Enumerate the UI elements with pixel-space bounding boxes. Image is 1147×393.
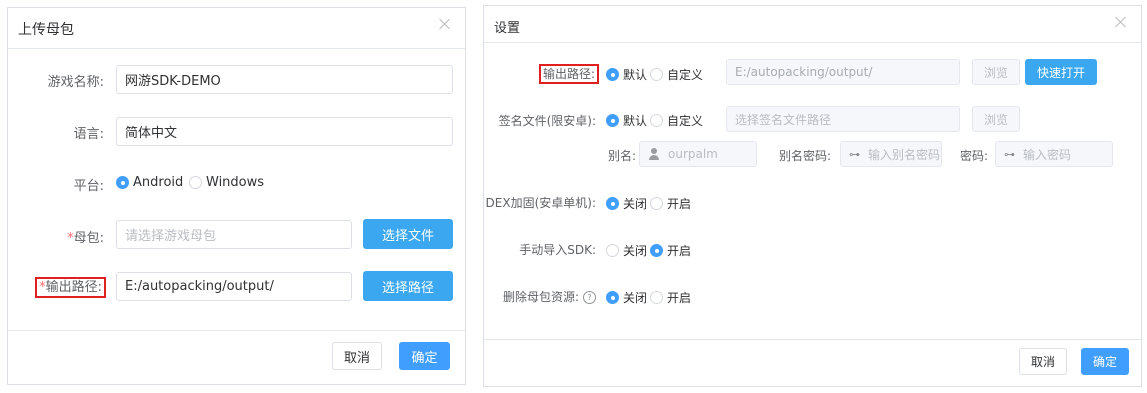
- radio-label: 开启: [667, 197, 692, 211]
- password-placeholder: 输入密码: [1023, 147, 1072, 162]
- game-name-label: 游戏名称:: [47, 75, 104, 90]
- radio-unchecked-icon: [606, 244, 619, 257]
- radio-unchecked-icon: [650, 68, 663, 81]
- alias-password-placeholder: 输入别名密码: [868, 147, 941, 162]
- radio-label: 关闭: [623, 291, 648, 305]
- sign-file-input[interactable]: 选择签名文件路径: [726, 106, 960, 132]
- package-input[interactable]: 请选择游戏母包: [116, 220, 352, 249]
- alias-password-input[interactable]: ⊶ 输入别名密码: [840, 141, 942, 167]
- radio-checked-icon: [606, 68, 619, 81]
- choose-file-button[interactable]: 选择文件: [363, 219, 453, 249]
- radio-unchecked-icon: [650, 114, 663, 127]
- cancel-button[interactable]: 取消: [332, 342, 382, 370]
- platform-label: 平台:: [73, 179, 104, 194]
- dex-label: DEX加固(安卓单机):: [485, 196, 596, 210]
- sign-radio-default[interactable]: 默认: [606, 112, 647, 129]
- output-radio-default[interactable]: 默认: [606, 66, 647, 83]
- radio-label: 默认: [623, 114, 648, 128]
- language-input[interactable]: 简体中文: [116, 117, 453, 146]
- delete-res-label: 删除母包资源:?: [503, 288, 596, 305]
- key-icon: ⊶: [849, 147, 860, 161]
- output-label: *输出路径:: [35, 276, 106, 298]
- dialog-footer: 取消 确定: [484, 339, 1141, 386]
- output-label: 输出路径:: [538, 64, 599, 84]
- output-path-input[interactable]: E:/autopacking/output/: [726, 59, 960, 85]
- radio-checked-icon: [606, 197, 619, 210]
- sign-file-label: 签名文件(限安卓):: [498, 114, 596, 128]
- game-name-input[interactable]: 网游SDK-DEMO: [116, 65, 453, 94]
- sign-file-placeholder: 选择签名文件路径: [735, 112, 832, 127]
- radio-label: Android: [133, 175, 184, 190]
- output-path-input[interactable]: E:/autopacking/output/: [116, 272, 352, 301]
- dialog-title: 上传母包: [18, 22, 74, 38]
- help-icon[interactable]: ?: [583, 291, 596, 304]
- alias-value: ourpalm: [668, 147, 718, 161]
- language-label: 语言:: [73, 127, 104, 142]
- radio-checked-icon: [116, 176, 129, 189]
- sign-browse-button[interactable]: 浏览: [972, 106, 1020, 132]
- output-path-value: E:/autopacking/output/: [735, 65, 873, 79]
- dex-radio-on[interactable]: 开启: [650, 195, 691, 212]
- key-icon: ⊶: [1004, 147, 1015, 161]
- delete-res-label-text: 删除母包资源:: [502, 290, 579, 304]
- manual-sdk-radio-off[interactable]: 关闭: [606, 242, 647, 259]
- dex-radio-off[interactable]: 关闭: [606, 195, 647, 212]
- radio-label: Windows: [206, 175, 265, 190]
- choose-path-button[interactable]: 选择路径: [363, 271, 453, 301]
- radio-label: 关闭: [623, 244, 648, 258]
- radio-label: 关闭: [623, 197, 648, 211]
- alias-label: 别名:: [607, 149, 636, 163]
- game-name-value: 网游SDK-DEMO: [125, 74, 221, 89]
- package-placeholder: 请选择游戏母包: [125, 229, 217, 244]
- cancel-button[interactable]: 取消: [1019, 348, 1067, 375]
- sign-radio-custom[interactable]: 自定义: [650, 112, 703, 129]
- password-input[interactable]: ⊶ 输入密码: [995, 141, 1113, 167]
- radio-label: 自定义: [667, 68, 704, 82]
- output-radio-custom[interactable]: 自定义: [650, 66, 703, 83]
- radio-label: 默认: [623, 68, 648, 82]
- platform-radio-windows[interactable]: Windows: [189, 175, 264, 190]
- delete-res-radio-on[interactable]: 开启: [650, 289, 691, 306]
- radio-label: 开启: [667, 244, 692, 258]
- output-browse-button[interactable]: 浏览: [972, 59, 1020, 85]
- radio-unchecked-icon: [650, 291, 663, 304]
- radio-checked-icon: [606, 114, 619, 127]
- manual-sdk-radio-on[interactable]: 开启: [650, 242, 691, 259]
- upload-dialog: 上传母包 游戏名称: 网游SDK-DEMO 语言: 简体中文 平台: Andro…: [7, 7, 466, 385]
- ok-button[interactable]: 确定: [399, 342, 450, 370]
- output-path-value: E:/autopacking/output/: [125, 279, 274, 294]
- radio-unchecked-icon: [650, 197, 663, 210]
- radio-label: 开启: [667, 291, 692, 305]
- settings-dialog: 设置 输出路径: 默认 自定义 E:/autopacking/output/ 浏…: [483, 5, 1142, 387]
- package-label-text: 母包:: [73, 231, 104, 246]
- password-label: 密码:: [959, 149, 988, 163]
- radio-label: 自定义: [667, 114, 704, 128]
- dialog-header: 设置: [484, 6, 1141, 43]
- quick-open-button[interactable]: 快速打开: [1025, 59, 1097, 85]
- dialog-footer: 取消 确定: [8, 330, 465, 384]
- output-label-highlight: *输出路径:: [35, 277, 106, 298]
- radio-checked-icon: [606, 291, 619, 304]
- close-icon[interactable]: [1113, 14, 1129, 30]
- package-label: *母包:: [67, 227, 104, 246]
- user-icon: [648, 148, 660, 160]
- dialog-title: 设置: [494, 21, 521, 36]
- ok-button[interactable]: 确定: [1081, 348, 1129, 375]
- language-value: 简体中文: [125, 126, 178, 141]
- delete-res-radio-off[interactable]: 关闭: [606, 289, 647, 306]
- radio-unchecked-icon: [189, 176, 202, 189]
- platform-radio-android[interactable]: Android: [116, 175, 183, 190]
- close-icon[interactable]: [437, 16, 453, 32]
- alias-password-label: 别名密码:: [778, 149, 831, 163]
- alias-input[interactable]: ourpalm: [639, 141, 757, 167]
- dialog-header: 上传母包: [8, 8, 465, 49]
- output-label-highlight: 输出路径:: [538, 64, 599, 84]
- output-label-text: 输出路径:: [45, 280, 102, 295]
- manual-sdk-label: 手动导入SDK:: [519, 243, 596, 257]
- radio-checked-icon: [650, 244, 663, 257]
